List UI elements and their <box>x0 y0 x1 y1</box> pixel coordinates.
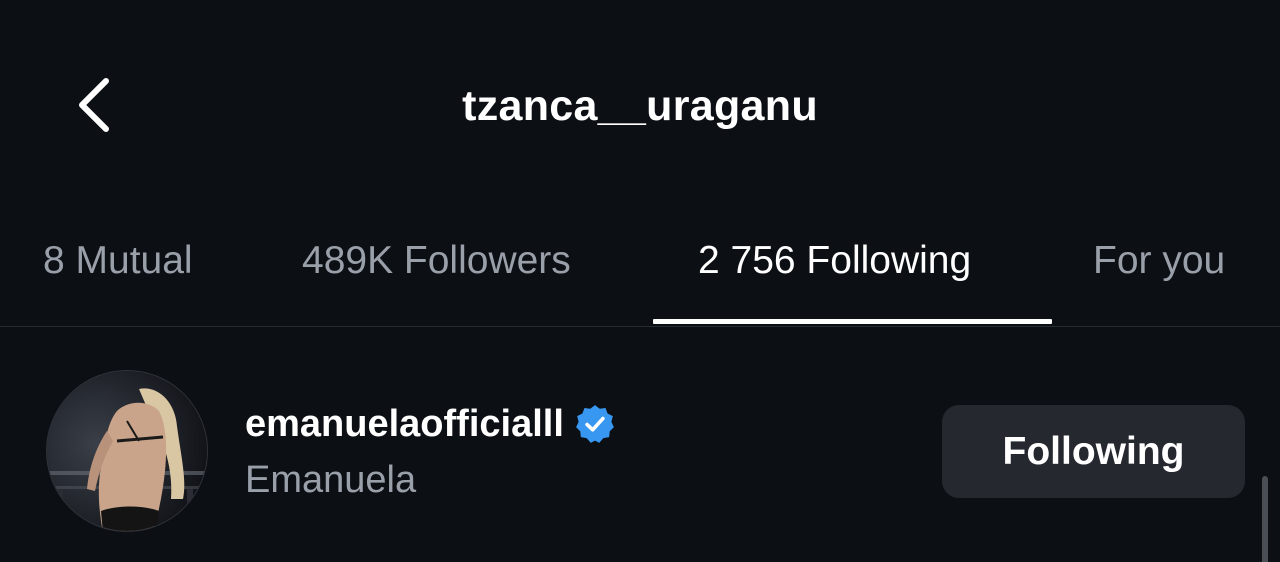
avatar-image <box>47 371 207 531</box>
avatar[interactable] <box>46 370 208 532</box>
username: emanuelaofficialll <box>245 403 564 445</box>
tab-mutual[interactable]: 8 Mutual <box>43 236 193 286</box>
active-tab-indicator <box>653 319 1052 324</box>
username-link[interactable]: emanuelaofficialll <box>245 400 616 448</box>
tab-bar: 8 Mutual 489K Followers 2 756 Following … <box>0 228 1280 327</box>
scrollbar[interactable] <box>1262 476 1268 562</box>
list-item[interactable]: emanuelaofficialll Emanuela Following <box>0 360 1280 540</box>
following-button[interactable]: Following <box>942 405 1245 498</box>
full-name: Emanuela <box>245 459 417 501</box>
tab-for-you[interactable]: For you <box>1093 236 1225 286</box>
following-list-screen: tzanca__uraganu 8 Mutual 489K Followers … <box>0 0 1280 562</box>
page-title: tzanca__uraganu <box>462 82 818 130</box>
verified-badge-icon <box>575 405 614 443</box>
tab-following[interactable]: 2 756 Following <box>698 236 971 286</box>
tab-followers[interactable]: 489K Followers <box>302 236 571 286</box>
